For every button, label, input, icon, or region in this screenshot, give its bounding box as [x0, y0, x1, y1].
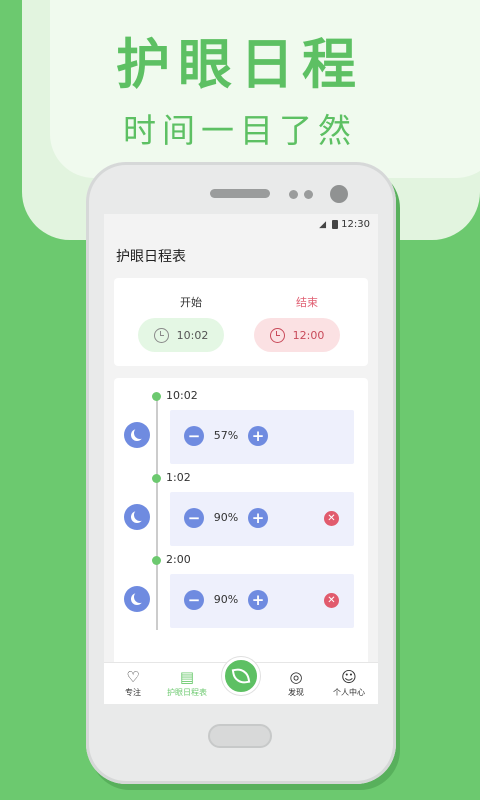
brightness-control: − 90% + ✕ — [170, 492, 354, 546]
phone-frame: ◢ 12:30 护眼日程表 开始 结束 10:02 12:00 10:02 − … — [86, 162, 396, 784]
entry-time: 1:02 — [166, 471, 191, 484]
tab-profile[interactable]: ☺ 个人中心 — [322, 667, 376, 698]
increase-button[interactable]: + — [248, 590, 268, 610]
schedule-entry: 2:00 − 90% + ✕ — [114, 542, 368, 628]
page-title: 护眼日程表 — [116, 249, 186, 265]
end-time-value: 12:00 — [292, 328, 325, 342]
start-label: 开始 — [180, 296, 202, 309]
sensor-dot — [289, 190, 298, 199]
schedule-entry: 10:02 − 57% + — [114, 378, 368, 464]
person-icon: ☺ — [341, 668, 357, 686]
brightness-value: 90% — [213, 593, 239, 606]
tab-label: 发现 — [288, 688, 304, 697]
brightness-control: − 90% + ✕ — [170, 574, 354, 628]
tab-label: 专注 — [125, 688, 141, 697]
brightness-control: − 57% + — [170, 410, 354, 464]
timeline-dot — [152, 392, 161, 401]
tab-discover[interactable]: ◎ 发现 — [269, 667, 323, 698]
bottom-tab-bar: ♡ 专注 ▤ 护眼日程表 ◎ 发现 ☺ 个人中心 — [104, 657, 378, 704]
start-time-value: 10:02 — [176, 328, 209, 342]
clock-icon — [269, 327, 285, 343]
center-action-button[interactable] — [222, 657, 260, 695]
tab-label: 护眼日程表 — [167, 688, 207, 697]
time-range-card: 开始 结束 10:02 12:00 — [114, 278, 368, 366]
heart-icon: ♡ — [126, 668, 140, 686]
decrease-button[interactable]: − — [184, 508, 204, 528]
clock-icon — [153, 327, 169, 343]
battery-icon — [332, 220, 338, 229]
entry-time: 2:00 — [166, 553, 191, 566]
decrease-button[interactable]: − — [184, 590, 204, 610]
schedule-entry: 1:02 − 90% + ✕ — [114, 460, 368, 546]
moon-icon — [124, 422, 150, 448]
end-label: 结束 — [296, 296, 318, 309]
entry-time: 10:02 — [166, 389, 198, 402]
brightness-value: 90% — [213, 511, 239, 524]
delete-icon[interactable]: ✕ — [324, 593, 339, 608]
home-button[interactable] — [208, 724, 272, 748]
decrease-button[interactable]: − — [184, 426, 204, 446]
moon-icon — [124, 504, 150, 530]
increase-button[interactable]: + — [248, 508, 268, 528]
tab-eye-schedule[interactable]: ▤ 护眼日程表 — [160, 667, 214, 698]
schedule-list: 10:02 − 57% + 1:02 − 90% + ✕ 2:00 − 90% … — [114, 378, 368, 678]
tab-focus[interactable]: ♡ 专注 — [106, 667, 160, 698]
status-bar: ◢ 12:30 — [104, 214, 378, 236]
planet-icon: ◎ — [289, 668, 303, 686]
phone-top-bezel — [86, 162, 396, 214]
timeline-dot — [152, 556, 161, 565]
front-camera — [330, 185, 348, 203]
signal-icon: ◢ — [319, 220, 326, 230]
hero-subtitle: 时间一目了然 — [123, 111, 357, 150]
timeline-dot — [152, 474, 161, 483]
increase-button[interactable]: + — [248, 426, 268, 446]
moon-icon — [124, 586, 150, 612]
speaker-grille — [210, 189, 270, 198]
delete-icon[interactable]: ✕ — [324, 511, 339, 526]
hero-title: 护眼日程 — [116, 33, 364, 96]
tab-label: 个人中心 — [333, 688, 365, 697]
end-time-button[interactable]: 12:00 — [254, 318, 340, 352]
status-time: 12:30 — [341, 219, 370, 230]
start-time-button[interactable]: 10:02 — [138, 318, 224, 352]
sensor-dot — [304, 190, 313, 199]
brightness-value: 57% — [213, 429, 239, 442]
calendar-icon: ▤ — [179, 668, 195, 686]
app-screen: ◢ 12:30 护眼日程表 开始 结束 10:02 12:00 10:02 − … — [104, 214, 378, 704]
leaf-icon — [231, 666, 251, 686]
